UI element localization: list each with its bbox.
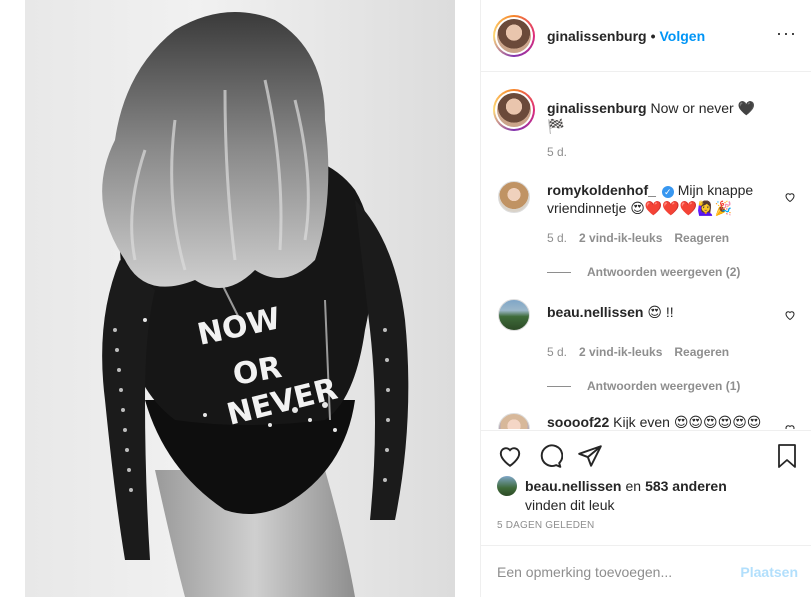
photo-illustration: NOW OR NEVER (102, 12, 409, 597)
caption-text-block: ginalissenburg Now or never 🖤🏁 (547, 89, 796, 135)
post-header: ginalissenburg • Volgen ··· (481, 0, 811, 72)
caption-username[interactable]: ginalissenburg (547, 100, 647, 116)
action-bar (481, 430, 811, 480)
like-comment-heart-icon[interactable] (784, 191, 796, 203)
comments-list[interactable]: ginalissenburg Now or never 🖤🏁 5 d. romy… (481, 73, 811, 429)
view-replies-button[interactable]: Antwoorden weergeven (1) (547, 379, 796, 393)
comment-item: beau.nellissen 😍 !! (493, 299, 796, 331)
add-comment-bar: Plaatsen (481, 545, 811, 597)
like-comment-heart-icon[interactable] (784, 423, 796, 429)
post-side-panel: ginalissenburg • Volgen ··· ginalissenbu… (480, 0, 811, 597)
author-username[interactable]: ginalissenburg (547, 28, 647, 44)
author-avatar[interactable] (493, 14, 535, 57)
comment-likes[interactable]: 2 vind-ik-leuks (579, 231, 662, 245)
more-options-icon[interactable]: ··· (776, 24, 797, 42)
likes-and-word: en (625, 478, 642, 494)
likes-suffix: vinden dit leuk (525, 497, 615, 513)
caption-meta: 5 d. (547, 145, 796, 159)
like-heart-icon[interactable] (497, 443, 523, 469)
liker-username[interactable]: beau.nellissen (525, 477, 621, 495)
author-avatar-image (497, 18, 531, 53)
comment-text-block: beau.nellissen 😍 !! (547, 299, 796, 331)
comment-text: 😍 !! (647, 304, 674, 320)
share-send-icon[interactable] (577, 443, 603, 469)
commenter-avatar[interactable] (498, 299, 530, 331)
comment-likes[interactable]: 2 vind-ik-leuks (579, 345, 662, 359)
comment-username[interactable]: beau.nellissen (547, 304, 643, 320)
post-comment-button[interactable]: Plaatsen (740, 564, 798, 580)
save-bookmark-icon[interactable] (775, 443, 799, 469)
comment-username[interactable]: soooof22 (547, 414, 609, 429)
likes-line: beau.nellissen en 583 anderen (497, 476, 797, 496)
reply-button[interactable]: Reageren (674, 231, 729, 245)
photo-image[interactable]: NOW OR NEVER (25, 0, 455, 597)
reply-button[interactable]: Reageren (674, 345, 729, 359)
comment-item: soooof22 Kijk even 😍😍😍😍😍😍😍😍 (493, 413, 796, 429)
view-replies-label: Antwoorden weergeven (2) (587, 265, 741, 279)
comment-username[interactable]: romykoldenhof_ (547, 182, 656, 198)
comment-item: romykoldenhof_ ✓ Mijn knappe vriendinnet… (493, 181, 796, 217)
comment-bubble-icon[interactable] (537, 443, 563, 469)
post-modal: NOW OR NEVER ginalissenburg • Volgen ··· (0, 0, 811, 597)
commenter-avatar[interactable] (498, 181, 530, 213)
separator-dot: • (650, 27, 656, 44)
comment-text-block: romykoldenhof_ ✓ Mijn knappe vriendinnet… (547, 181, 796, 217)
caption-avatar-image (497, 93, 531, 127)
liker-avatar[interactable] (497, 476, 517, 496)
comment-meta: 5 d. 2 vind-ik-leuks Reageren (547, 345, 796, 359)
likes-summary: beau.nellissen en 583 anderen vinden dit… (497, 476, 797, 514)
post-time-ago[interactable]: 5 DAGEN GELEDEN (497, 520, 594, 531)
caption-avatar[interactable] (493, 89, 535, 131)
comment-age[interactable]: 5 d. (547, 345, 567, 359)
verified-badge-icon: ✓ (661, 186, 674, 198)
post-photo[interactable]: NOW OR NEVER (0, 0, 480, 597)
comment-age[interactable]: 5 d. (547, 231, 567, 245)
follow-button[interactable]: Volgen (659, 28, 705, 44)
view-replies-button[interactable]: Antwoorden weergeven (2) (547, 265, 796, 279)
comment-meta: 5 d. 2 vind-ik-leuks Reageren (547, 231, 796, 245)
replies-divider (547, 271, 571, 273)
replies-divider (547, 385, 571, 387)
likes-others-count[interactable]: 583 anderen (645, 477, 727, 495)
caption: ginalissenburg Now or never 🖤🏁 (493, 89, 796, 135)
commenter-avatar[interactable] (498, 413, 530, 429)
comment-input[interactable] (497, 563, 741, 580)
view-replies-label: Antwoorden weergeven (1) (587, 379, 741, 393)
comment-text-block: soooof22 Kijk even 😍😍😍😍😍😍😍😍 (547, 413, 796, 429)
caption-age[interactable]: 5 d. (547, 145, 567, 159)
like-comment-heart-icon[interactable] (784, 309, 796, 321)
